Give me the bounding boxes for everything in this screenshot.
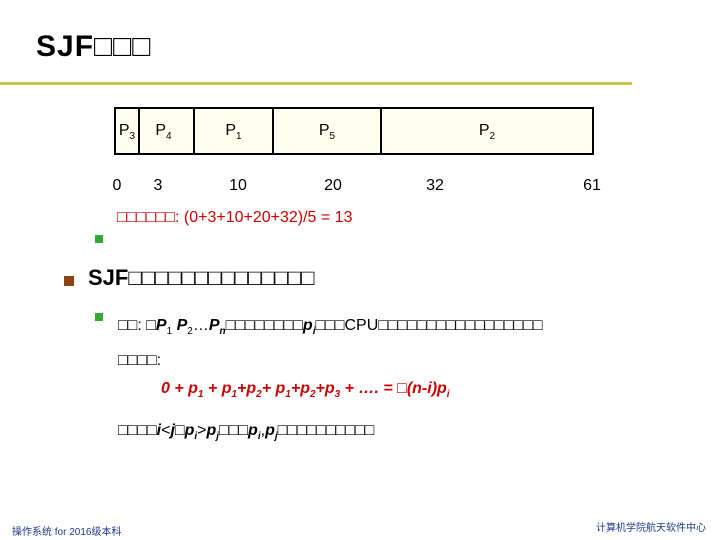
bullet-square-icon — [95, 313, 103, 321]
proof-line-2: □□□□: — [118, 352, 162, 369]
formula: 0 + p1 + p1+p2+ p1+p2+p3 + …. = □(n-i)pi — [161, 380, 450, 401]
section-heading: SJF□□□□□□□□□□□□□□ — [88, 265, 315, 290]
gantt-tick: 32 — [426, 177, 444, 194]
proof-line-4: □□□□i<j□pi>pj□□□pi,pj□□□□□□□□□□ — [118, 422, 375, 443]
footer-school: 计算机学院航天软件中心 — [596, 523, 706, 534]
slide-title: SJF□□□ — [36, 30, 152, 63]
gantt-label-p5: P5 — [318, 122, 336, 143]
bullet-square-icon — [95, 235, 103, 243]
gantt-label-p1: P1 — [225, 122, 242, 143]
proof-line-1: □□: □P1 P2…Pn□□□□□□□□pi□□□CPU□□□□□□□□□□□… — [118, 317, 543, 338]
gantt-tick: 0 — [112, 177, 122, 194]
gantt-label-p4: P4 — [155, 122, 172, 143]
footer-course: 操作系统 for 2016级本科 — [12, 527, 122, 538]
gantt-cell-p4: P4 — [140, 109, 195, 153]
gantt-tick: 61 — [583, 177, 601, 194]
gantt-cell-p5: P5 — [274, 109, 382, 153]
gantt-tick: 10 — [229, 177, 247, 194]
gantt-label-p2: P2 — [478, 122, 496, 143]
title-underline — [0, 82, 632, 85]
bullet-square-icon — [64, 276, 74, 286]
gantt-cell-p2: P2 — [382, 109, 592, 153]
gantt-chart: P3 P4 P1 P5 P2 — [114, 107, 594, 155]
gantt-cell-p1: P1 — [195, 109, 274, 153]
gantt-tick: 20 — [324, 177, 342, 194]
gantt-tick: 3 — [153, 177, 163, 194]
average-wait-text: □□□□□□: (0+3+10+20+32)/5 = 13 — [117, 209, 353, 226]
